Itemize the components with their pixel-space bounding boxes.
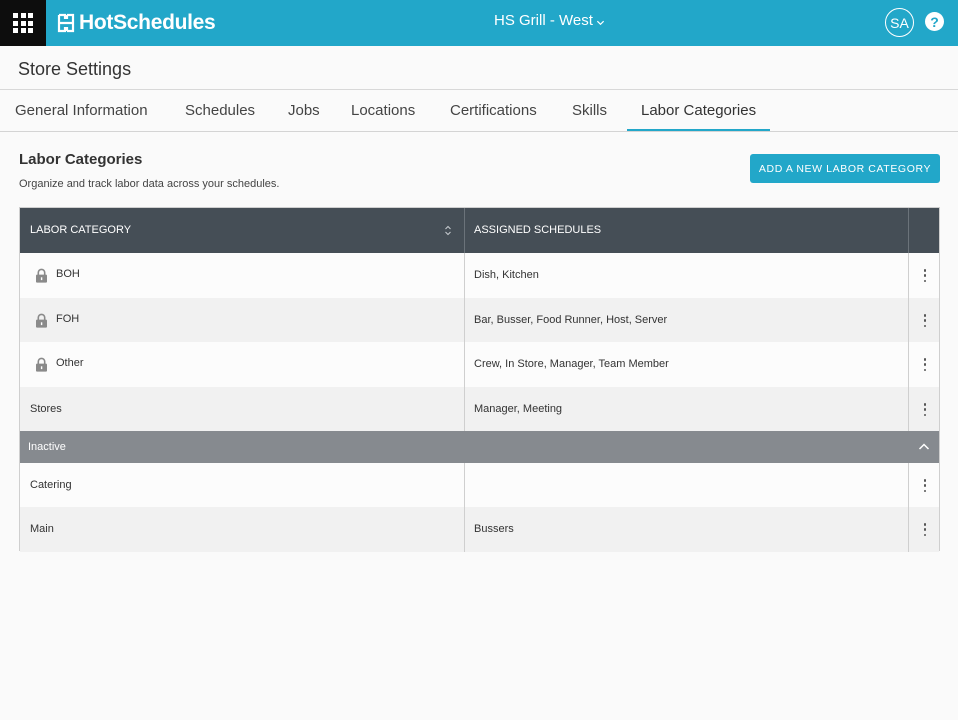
table-row[interactable]: Main Bussers bbox=[20, 507, 939, 552]
column-divider bbox=[464, 387, 465, 432]
table-row[interactable]: Catering bbox=[20, 463, 939, 508]
row-menu-icon[interactable] bbox=[917, 267, 933, 284]
user-avatar[interactable]: SA bbox=[885, 8, 914, 37]
labor-category-name: Stores bbox=[30, 403, 62, 415]
column-divider bbox=[908, 298, 909, 343]
app-switcher-button[interactable] bbox=[0, 0, 46, 46]
settings-tabs: General Information Schedules Jobs Locat… bbox=[0, 90, 958, 132]
help-icon[interactable]: ? bbox=[925, 12, 944, 31]
page-title: Store Settings bbox=[18, 59, 132, 79]
lock-icon bbox=[36, 313, 47, 328]
labor-category-name: BOH bbox=[56, 268, 80, 280]
active-tab-indicator bbox=[627, 129, 770, 131]
labor-category-name: Other bbox=[56, 357, 84, 369]
store-name: HS Grill - West bbox=[494, 12, 593, 29]
assigned-schedules: Dish, Kitchen bbox=[474, 269, 539, 281]
column-divider bbox=[464, 298, 465, 343]
header-divider bbox=[464, 208, 465, 253]
row-menu-icon[interactable] bbox=[917, 401, 933, 418]
table-row[interactable]: Stores Manager, Meeting bbox=[20, 387, 939, 432]
sort-icon[interactable] bbox=[444, 225, 452, 236]
lock-icon bbox=[36, 357, 47, 372]
logo-text: HotSchedules bbox=[79, 11, 216, 34]
row-menu-icon[interactable] bbox=[917, 312, 933, 329]
column-header-labor-category[interactable]: LABOR CATEGORY bbox=[30, 208, 131, 253]
labor-category-name: Catering bbox=[30, 479, 72, 491]
table-row[interactable]: FOH Bar, Busser, Food Runner, Host, Serv… bbox=[20, 298, 939, 343]
chevron-down-icon bbox=[596, 20, 604, 25]
hotschedules-logo: HotSchedules bbox=[56, 9, 216, 37]
table-row[interactable]: BOH Dish, Kitchen bbox=[20, 253, 939, 298]
assigned-schedules: Bussers bbox=[474, 523, 514, 535]
tab-skills[interactable]: Skills bbox=[572, 102, 607, 119]
logo-icon bbox=[57, 13, 75, 33]
labor-category-name: FOH bbox=[56, 313, 80, 325]
section-subtitle: Organize and track labor data across you… bbox=[19, 178, 280, 190]
add-labor-category-button[interactable]: ADD A NEW LABOR CATEGORY bbox=[750, 154, 940, 183]
header-divider bbox=[908, 208, 909, 253]
column-divider bbox=[464, 342, 465, 387]
lock-icon bbox=[36, 268, 47, 283]
assigned-schedules: Crew, In Store, Manager, Team Member bbox=[474, 358, 669, 370]
column-divider bbox=[908, 253, 909, 298]
column-divider bbox=[908, 342, 909, 387]
column-divider bbox=[908, 463, 909, 508]
assigned-schedules: Manager, Meeting bbox=[474, 403, 563, 415]
tab-labor-categories[interactable]: Labor Categories bbox=[641, 102, 756, 119]
column-divider bbox=[908, 387, 909, 432]
column-divider bbox=[464, 463, 465, 508]
tab-general-information[interactable]: General Information bbox=[15, 102, 148, 119]
row-menu-icon[interactable] bbox=[917, 477, 933, 494]
labor-category-name: Main bbox=[30, 523, 54, 535]
tab-schedules[interactable]: Schedules bbox=[185, 102, 255, 119]
inactive-group-label: Inactive bbox=[28, 441, 66, 453]
chevron-up-icon[interactable] bbox=[918, 442, 930, 451]
row-menu-icon[interactable] bbox=[917, 356, 933, 373]
column-divider bbox=[464, 253, 465, 298]
assigned-schedules: Bar, Busser, Food Runner, Host, Server bbox=[474, 314, 668, 326]
top-bar: HotSchedules HS Grill - West SA ? bbox=[0, 0, 958, 46]
inactive-group-header[interactable]: Inactive bbox=[20, 431, 939, 463]
table-header: LABOR CATEGORY ASSIGNED SCHEDULES bbox=[20, 208, 939, 253]
tab-locations[interactable]: Locations bbox=[351, 102, 415, 119]
grid-icon bbox=[13, 13, 33, 33]
column-divider bbox=[464, 507, 465, 552]
labor-categories-table: LABOR CATEGORY ASSIGNED SCHEDULES BOH Di… bbox=[19, 207, 940, 552]
store-selector[interactable]: HS Grill - West bbox=[494, 12, 605, 29]
column-divider bbox=[908, 507, 909, 552]
column-header-assigned-schedules: ASSIGNED SCHEDULES bbox=[474, 224, 602, 236]
table-row[interactable]: Other Crew, In Store, Manager, Team Memb… bbox=[20, 342, 939, 387]
row-menu-icon[interactable] bbox=[917, 521, 933, 538]
section-title: Labor Categories bbox=[19, 151, 143, 168]
tab-certifications[interactable]: Certifications bbox=[450, 102, 537, 119]
tab-jobs[interactable]: Jobs bbox=[288, 102, 320, 119]
